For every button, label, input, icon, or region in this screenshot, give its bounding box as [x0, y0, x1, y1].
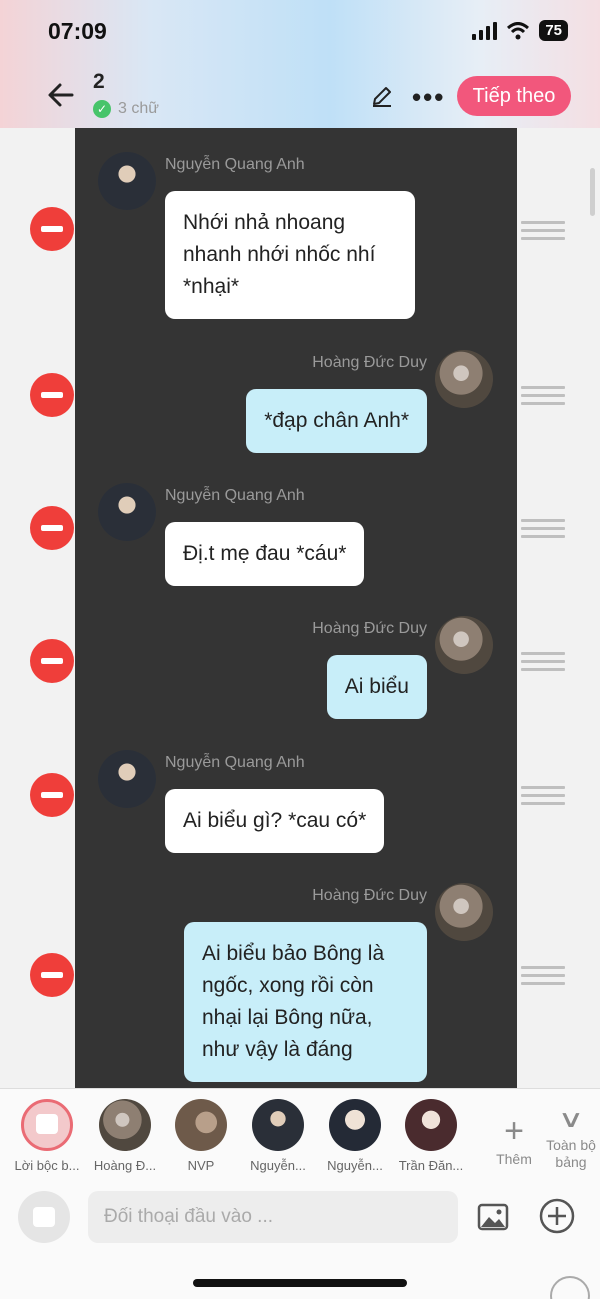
delete-message-button[interactable] — [30, 373, 74, 417]
full-board-button[interactable]: ∨ Toàn bộ bảng — [542, 1108, 600, 1171]
avatar — [329, 1099, 381, 1151]
message-bubble[interactable]: Ai biểu gì? *cau có* — [165, 789, 385, 853]
add-character-label: Thêm — [496, 1151, 532, 1167]
character-label: Lời bộc b... — [14, 1158, 80, 1173]
drag-handle-icon[interactable] — [521, 519, 565, 539]
delete-message-button[interactable] — [30, 773, 74, 817]
speaker-name: Hoàng Đức Duy — [312, 354, 427, 371]
speaker-name: Hoàng Đức Duy — [312, 620, 427, 637]
message-bubble[interactable]: Nhới nhả nhoang nhanh nhới nhốc nhí *nhạ… — [165, 191, 415, 319]
message-bubble[interactable]: *đạp chân Anh* — [246, 389, 427, 453]
character-label: Trần Đăn... — [398, 1158, 464, 1173]
next-button[interactable]: Tiếp theo — [457, 76, 571, 116]
avatar — [435, 616, 493, 674]
scrollbar[interactable] — [590, 168, 595, 216]
delete-message-button[interactable] — [30, 639, 74, 683]
speaker-name: Hoàng Đức Duy — [312, 887, 427, 904]
delete-column — [0, 128, 75, 1088]
character-picker: Lời bộc b... Hoàng Đ... NVP Nguyễn... Ng… — [0, 1099, 600, 1179]
character-label: Nguyễn... — [250, 1158, 306, 1173]
avatar — [99, 1099, 151, 1151]
reorder-column — [517, 128, 600, 1088]
chat-panel: Nguyễn Quang Anh Nhới nhả nhoang nhanh n… — [75, 128, 517, 1088]
status-icons: 75 — [472, 20, 568, 41]
speaker-name: Nguyễn Quang Anh — [165, 754, 305, 771]
character-label: Nguyễn... — [327, 1158, 383, 1173]
drag-handle-icon[interactable] — [521, 652, 565, 672]
check-icon: ✓ — [93, 100, 111, 118]
avatar — [98, 152, 156, 210]
delete-message-button[interactable] — [30, 953, 74, 997]
character-label: NVP — [187, 1158, 215, 1173]
speaker-name: Nguyễn Quang Anh — [165, 487, 305, 504]
speaker-name: Nguyễn Quang Anh — [165, 156, 305, 173]
battery-icon: 75 — [539, 20, 568, 41]
input-row — [0, 1189, 600, 1249]
avatar — [435, 883, 493, 941]
drag-handle-icon[interactable] — [521, 966, 565, 986]
character-tran[interactable]: Trần Đăn... — [392, 1099, 470, 1173]
avatar — [405, 1099, 457, 1151]
dialogue-input[interactable] — [88, 1191, 458, 1243]
avatar — [252, 1099, 304, 1151]
character-narrator[interactable]: Lời bộc b... — [8, 1099, 86, 1173]
message-bubble[interactable]: Ai biểu — [326, 655, 427, 719]
avatar — [98, 483, 156, 541]
header: 2 ✓ 3 chữ ••• Tiếp theo — [0, 66, 600, 126]
top-bar: 07:09 75 2 ✓ 3 chữ ••• Tiếp theo — [0, 0, 600, 128]
wifi-icon — [507, 21, 530, 39]
character-hoang-duc-duy[interactable]: Hoàng Đ... — [86, 1099, 164, 1173]
pencil-icon[interactable] — [370, 84, 394, 108]
home-indicator — [193, 1279, 407, 1287]
character-nvp[interactable]: NVP — [162, 1099, 240, 1173]
character-nguyen-2[interactable]: Nguyễn... — [316, 1099, 394, 1173]
signal-icon — [472, 21, 498, 40]
status-time: 07:09 — [48, 18, 107, 44]
avatar — [98, 750, 156, 808]
avatar — [175, 1099, 227, 1151]
character-nguyen-quang-anh[interactable]: Nguyễn... — [239, 1099, 317, 1173]
bottom-panel: Lời bộc b... Hoàng Đ... NVP Nguyễn... Ng… — [0, 1088, 600, 1299]
message-bubble[interactable]: Đị.t mẹ đau *cáu* — [165, 522, 365, 586]
drag-handle-icon[interactable] — [521, 786, 565, 806]
image-icon[interactable] — [477, 1203, 509, 1231]
add-circle-icon[interactable] — [538, 1197, 576, 1235]
drag-handle-icon[interactable] — [521, 221, 565, 241]
more-options-icon[interactable]: ••• — [412, 82, 445, 113]
message-bubble[interactable]: Ai biểu bảo Bông là ngốc, xong rồi còn n… — [184, 922, 427, 1082]
avatar — [435, 350, 493, 408]
dialogue-type-button[interactable] — [18, 1191, 70, 1243]
word-count: 3 chữ — [118, 100, 159, 117]
narration-icon — [21, 1099, 73, 1151]
back-arrow-icon[interactable] — [46, 80, 76, 110]
character-label: Hoàng Đ... — [93, 1158, 157, 1173]
full-board-label: Toàn bộ bảng — [546, 1137, 596, 1170]
delete-message-button[interactable] — [30, 506, 74, 550]
drag-handle-icon[interactable] — [521, 386, 565, 406]
delete-message-button[interactable] — [30, 207, 74, 251]
character-count: 2 — [93, 70, 105, 93]
chevron-down-icon: ∨ — [557, 1106, 585, 1133]
